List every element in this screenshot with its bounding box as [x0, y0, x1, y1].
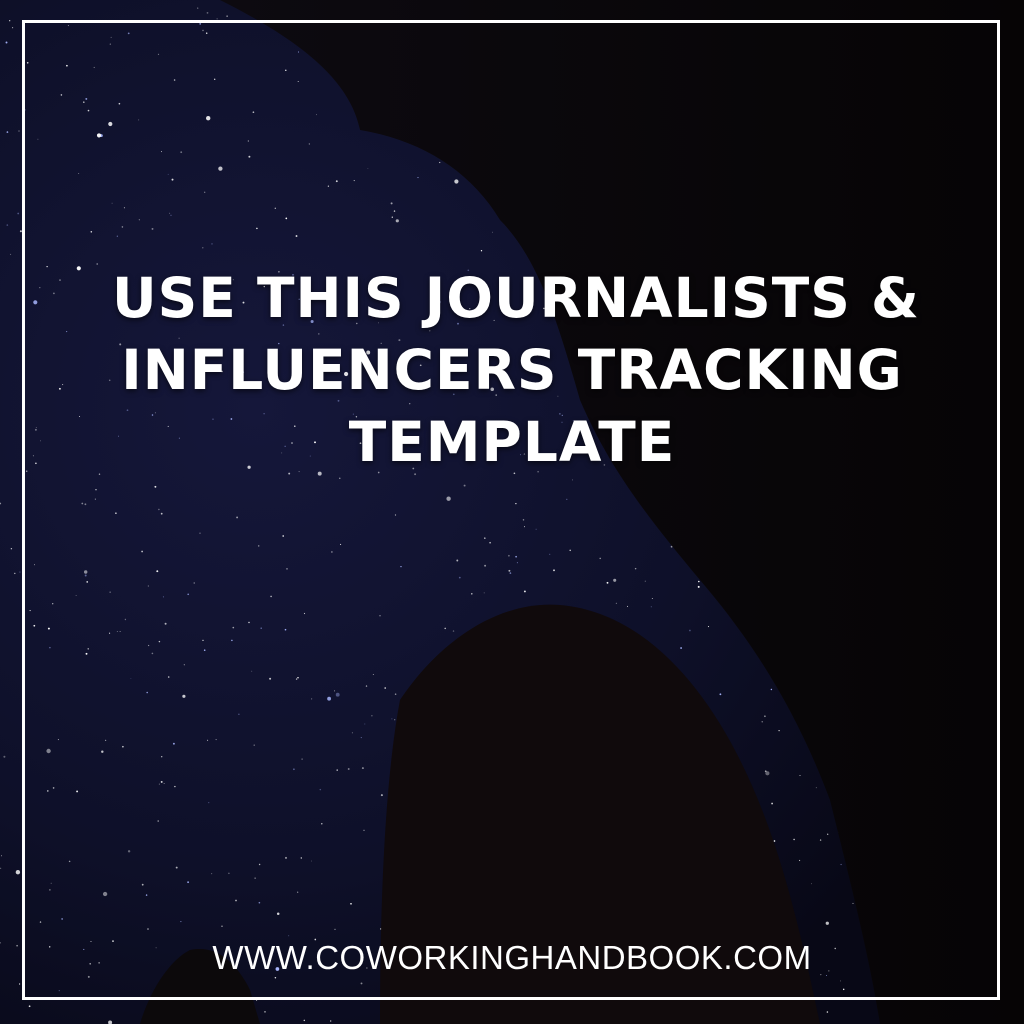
website-url: WWW.COWORKINGHANDBOOK.COM [212, 939, 812, 976]
headline-line-1: USE THIS JOURNALISTS & [112, 266, 920, 330]
poster-canvas: USE THIS JOURNALISTS & INFLUENCERS TRACK… [0, 0, 1024, 1024]
headline: USE THIS JOURNALISTS & INFLUENCERS TRACK… [112, 262, 920, 478]
white-border-frame [22, 20, 1000, 1000]
headline-line-2: INFLUENCERS TRACKING [121, 338, 903, 402]
headline-line-3: TEMPLATE [348, 410, 676, 474]
